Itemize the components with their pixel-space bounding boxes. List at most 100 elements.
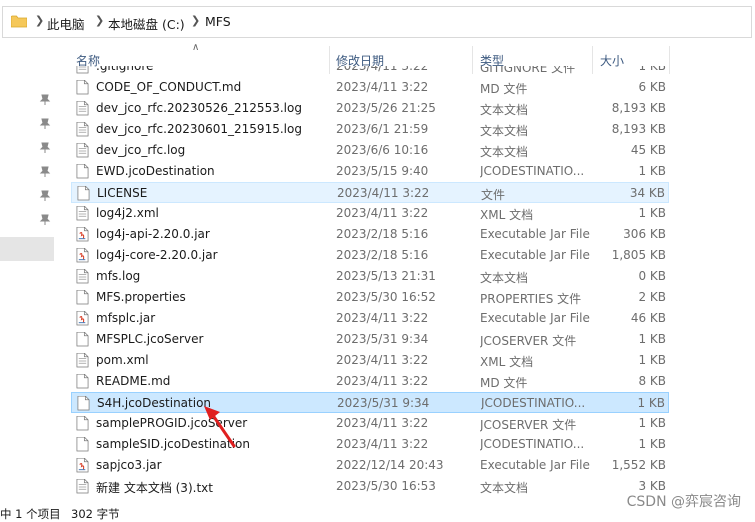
file-type: JCODESTINATIO...: [481, 396, 586, 410]
file-row[interactable]: LICENSE 2023/4/11 3:22 文件 34 KB: [71, 182, 669, 203]
file-type: MD 文件: [480, 376, 528, 390]
file-name: pom.xml: [96, 353, 149, 367]
chevron-right-icon: ❯: [35, 14, 45, 27]
file-size: 1 KB: [638, 332, 666, 346]
address-bar[interactable]: ❯ 此电脑 ❯ 本地磁盘 (C:) ❯ MFS: [0, 0, 755, 44]
file-size: 1 KB: [637, 396, 665, 410]
file-type: JCODESTINATIO...: [480, 164, 585, 178]
file-type: Executable Jar File: [480, 311, 590, 325]
address-box[interactable]: ❯ 此电脑 ❯ 本地磁盘 (C:) ❯ MFS: [2, 6, 752, 38]
file-row[interactable]: dev_jco_rfc.20230601_215915.log 2023/6/1 …: [71, 119, 669, 140]
file-date: 2023/4/11 3:22: [336, 437, 429, 451]
file-name: log4j2.xml: [96, 206, 159, 220]
blank-file-icon: [76, 416, 89, 431]
file-row[interactable]: EWD.jcoDestination 2023/5/15 9:40 JCODESTI…: [71, 161, 669, 182]
file-size: 8,193 KB: [611, 122, 666, 136]
file-row[interactable]: mfs.log 2023/5/13 21:31 文本文档 0 KB: [71, 266, 669, 287]
text-file-icon: [76, 101, 89, 116]
file-type: XML 文档: [480, 355, 534, 369]
file-type: JCOSERVER 文件: [480, 334, 577, 348]
breadcrumb-mfs[interactable]: MFS: [205, 14, 231, 29]
file-name: mfs.log: [96, 269, 141, 283]
file-date: 2023/5/30 16:52: [336, 290, 436, 304]
blank-file-icon: [77, 186, 90, 201]
file-type: Executable Jar File: [480, 227, 590, 241]
file-size: 1 KB: [638, 416, 666, 430]
file-size: 1 KB: [638, 66, 666, 73]
file-type: 文本文档: [480, 481, 529, 495]
file-row[interactable]: MFSPLC.jcoServer 2023/5/31 9:34 JCOSERVER …: [71, 329, 669, 350]
file-size: 46 KB: [630, 311, 666, 325]
file-date: 2023/2/18 5:16: [336, 227, 429, 241]
file-size: 2 KB: [638, 290, 666, 304]
file-type: Executable Jar File: [480, 248, 590, 262]
file-date: 2023/2/18 5:16: [336, 248, 429, 262]
file-type: 文本文档: [480, 145, 529, 159]
file-name: dev_jco_rfc.20230601_215915.log: [96, 122, 302, 136]
jar-file-icon: [76, 458, 89, 473]
breadcrumb-this-pc[interactable]: 此电脑: [47, 14, 85, 33]
file-row[interactable]: pom.xml 2023/4/11 3:22 XML 文档 1 KB: [71, 350, 669, 371]
file-date: 2023/4/11 3:22: [336, 66, 429, 73]
file-row[interactable]: .gitignore 2023/4/11 3:22 GITIGNORE 文件 1 KB: [71, 66, 669, 77]
blank-file-icon: [76, 374, 89, 389]
file-type: 文本文档: [480, 271, 529, 285]
file-date: 2023/4/11 3:22: [336, 374, 429, 388]
file-date: 2023/6/6 10:16: [336, 143, 429, 157]
file-row[interactable]: log4j-core-2.20.0.jar 2023/2/18 5:16 Execu…: [71, 245, 669, 266]
file-type: PROPERTIES 文件: [480, 292, 582, 306]
file-name: sapjco3.jar: [96, 458, 162, 472]
file-date: 2023/5/30 16:53: [336, 479, 436, 493]
file-row[interactable]: samplePROGID.jcoServer 2023/4/11 3:22 JCOS…: [71, 413, 669, 434]
file-row[interactable]: mfsplc.jar 2023/4/11 3:22 Executable Jar F…: [71, 308, 669, 329]
file-size: 6 KB: [638, 80, 666, 94]
file-size: 1,805 KB: [611, 248, 666, 262]
file-size: 1 KB: [638, 164, 666, 178]
file-size: 45 KB: [630, 143, 666, 157]
file-name: log4j-api-2.20.0.jar: [96, 227, 210, 241]
file-date: 2023/4/11 3:22: [336, 80, 429, 94]
file-date: 2023/5/31 9:34: [337, 396, 430, 410]
file-date: 2023/5/31 9:34: [336, 332, 429, 346]
file-name: MFS.properties: [96, 290, 186, 304]
file-size: 1,552 KB: [611, 458, 666, 472]
file-name: 新建 文本文档 (3).txt: [96, 481, 213, 495]
file-name: EWD.jcoDestination: [96, 164, 215, 178]
text-file-icon: [76, 143, 89, 158]
file-size: 1 KB: [638, 206, 666, 220]
file-row[interactable]: CODE_OF_CONDUCT.md 2023/4/11 3:22 MD 文件 6 K…: [71, 77, 669, 98]
file-type: 文本文档: [480, 103, 529, 117]
red-arrow-annotation: [204, 406, 236, 448]
file-name: .gitignore: [96, 66, 154, 73]
file-type: Executable Jar File: [480, 458, 590, 472]
sort-ascending-icon: ∧: [192, 42, 200, 53]
file-row[interactable]: dev_jco_rfc.log 2023/6/6 10:16 文本文档 45 KB: [71, 140, 669, 161]
blank-file-icon: [77, 396, 90, 411]
text-file-icon: [76, 269, 89, 284]
text-file-icon: [76, 66, 89, 74]
text-file-icon: [76, 206, 89, 221]
file-row[interactable]: dev_jco_rfc.20230526_212553.log 2023/5/26…: [71, 98, 669, 119]
file-name: dev_jco_rfc.log: [96, 143, 186, 157]
file-date: 2023/4/11 3:22: [336, 206, 429, 220]
file-row[interactable]: 新建 文本文档 (3).txt 2023/5/30 16:53 文本文档 3 KB: [71, 476, 669, 497]
file-row[interactable]: sapjco3.jar 2022/12/14 20:43 Executable Ja…: [71, 455, 669, 476]
file-row[interactable]: log4j-api-2.20.0.jar 2023/2/18 5:16 Execut…: [71, 224, 669, 245]
file-row[interactable]: sampleSID.jcoDestination 2023/4/11 3:22 JC…: [71, 434, 669, 455]
file-name: CODE_OF_CONDUCT.md: [96, 80, 242, 94]
file-date: 2023/4/11 3:22: [337, 186, 430, 200]
text-file-icon: [76, 122, 89, 137]
file-row[interactable]: MFS.properties 2023/5/30 16:52 PROPERTIES …: [71, 287, 669, 308]
file-date: 2023/5/15 9:40: [336, 164, 429, 178]
file-row[interactable]: log4j2.xml 2023/4/11 3:22 XML 文档 1 KB: [71, 203, 669, 224]
file-type: JCOSERVER 文件: [480, 418, 577, 432]
file-name: LICENSE: [97, 186, 148, 200]
blank-file-icon: [76, 80, 89, 95]
file-date: 2023/4/11 3:22: [336, 353, 429, 367]
breadcrumb-local-disk[interactable]: 本地磁盘 (C:): [108, 14, 185, 33]
file-row[interactable]: README.md 2023/4/11 3:22 MD 文件 8 KB: [71, 371, 669, 392]
file-type: MD 文件: [480, 82, 528, 96]
file-list: .gitignore 2023/4/11 3:22 GITIGNORE 文件 1 KB…: [0, 66, 755, 506]
file-row[interactable]: S4H.jcoDestination 2023/5/31 9:34 JCODESTI…: [71, 392, 669, 413]
file-size: 306 KB: [623, 227, 666, 241]
